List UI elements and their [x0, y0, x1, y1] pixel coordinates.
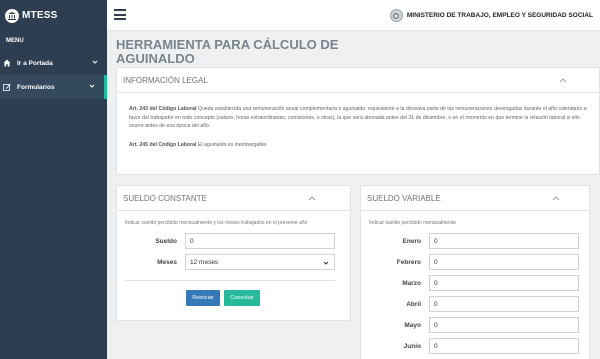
legal-info-header[interactable]: INFORMACIÓN LEGAL [117, 68, 599, 93]
sueldo-variable-hint: Indicar sueldo percibido mensualmente [369, 220, 456, 226]
chevron-up-icon[interactable] [559, 76, 567, 85]
month-row-enero: Enero 0 [361, 233, 579, 249]
edit-icon [3, 83, 11, 91]
month-row-marzo: Marzo 0 [361, 275, 579, 291]
article-label: Art. 245 del Código Laboral [129, 141, 197, 148]
card-title: INFORMACIÓN LEGAL [123, 75, 208, 85]
article-text: Queda establecida una remuneración anual… [129, 106, 587, 129]
divider [125, 280, 335, 281]
topbar: MINISTERIO DE TRABAJO, EMPLEO Y SEGURIDA… [107, 0, 600, 31]
sueldo-row: Sueldo 0 [117, 233, 335, 249]
meses-row: Meses 12 meses [117, 254, 335, 270]
article-text: El aguinaldo es inembargable. [197, 141, 268, 148]
month-row-abril: Abril 0 [361, 296, 579, 312]
meses-selected-value: 12 meses [190, 258, 219, 266]
legal-body: Art. 243 del Código Laboral Queda establ… [117, 93, 599, 149]
month-input-mayo[interactable]: 0 [429, 317, 579, 333]
chevron-up-icon[interactable] [552, 194, 560, 203]
sueldo-variable-card: SUELDO VARIABLE Indicar sueldo percibido… [360, 185, 590, 359]
menu-label: MENU [6, 38, 24, 44]
month-label: Junio [403, 342, 421, 350]
sidebar-item-formularios[interactable]: Formularios [0, 75, 107, 99]
meses-select[interactable]: 12 meses [185, 254, 335, 270]
meses-label: Meses [157, 258, 177, 266]
page-title: HERRAMIENTA PARA CÁLCULO DE AGUINALDO [116, 37, 339, 66]
month-row-mayo: Mayo 0 [361, 317, 579, 333]
sidebar-item-label: Ir a Portada [17, 59, 53, 67]
month-input-marzo[interactable]: 0 [429, 275, 579, 291]
brand-title: MTESS [22, 10, 58, 21]
sueldo-label: Sueldo [155, 237, 177, 245]
ministry-name: MINISTERIO DE TRABAJO, EMPLEO Y SEGURIDA… [406, 12, 593, 19]
sueldo-constante-header[interactable]: SUELDO CONSTANTE [117, 186, 350, 211]
month-label: Mayo [404, 321, 421, 329]
month-input-junio[interactable]: 0 [429, 338, 579, 354]
sidebar: MTESS MENU Ir a Portada Formularios [0, 0, 107, 359]
legal-paragraph: Art. 243 del Código Laboral Queda establ… [129, 105, 587, 131]
menu-toggle-icon[interactable] [114, 9, 126, 20]
chevron-down-icon [92, 59, 98, 67]
month-label: Abril [406, 300, 421, 308]
home-icon [3, 59, 11, 67]
month-input-febrero[interactable]: 0 [429, 254, 579, 270]
month-row-febrero: Febrero 0 [361, 254, 579, 270]
month-label: Febrero [396, 258, 421, 266]
sidebar-item-label: Formularios [17, 83, 55, 91]
brand[interactable]: MTESS [0, 0, 107, 31]
ministry-header: MINISTERIO DE TRABAJO, EMPLEO Y SEGURIDA… [389, 9, 593, 22]
legal-paragraph: Art. 245 del Código Laboral El aguinaldo… [129, 141, 587, 150]
sueldo-input[interactable]: 0 [185, 233, 335, 249]
month-input-abril[interactable]: 0 [429, 296, 579, 312]
month-label: Enero [402, 237, 421, 245]
month-row-junio: Junio 0 [361, 338, 579, 354]
seal-icon [389, 9, 403, 22]
reset-button[interactable]: Reiniciar [186, 290, 220, 306]
sueldo-variable-header[interactable]: SUELDO VARIABLE [361, 186, 589, 211]
legal-info-card: INFORMACIÓN LEGAL Art. 243 del Código La… [116, 67, 600, 175]
sueldo-constante-hint: Indicar sueldo percibido mensualmente y … [125, 220, 308, 226]
query-button[interactable]: Consultar [224, 290, 260, 306]
chevron-down-icon [323, 260, 329, 268]
card-title: SUELDO CONSTANTE [123, 193, 207, 203]
month-input-enero[interactable]: 0 [429, 233, 579, 249]
chevron-up-icon[interactable] [308, 194, 316, 203]
card-title: SUELDO VARIABLE [367, 193, 441, 203]
article-label: Art. 243 del Código Laboral [129, 106, 197, 112]
month-label: Marzo [402, 279, 421, 287]
sidebar-item-portada[interactable]: Ir a Portada [0, 51, 107, 75]
chevron-down-icon [89, 83, 95, 91]
institution-logo-icon [5, 8, 19, 23]
sueldo-constante-card: SUELDO CONSTANTE Indicar sueldo percibid… [116, 185, 351, 321]
